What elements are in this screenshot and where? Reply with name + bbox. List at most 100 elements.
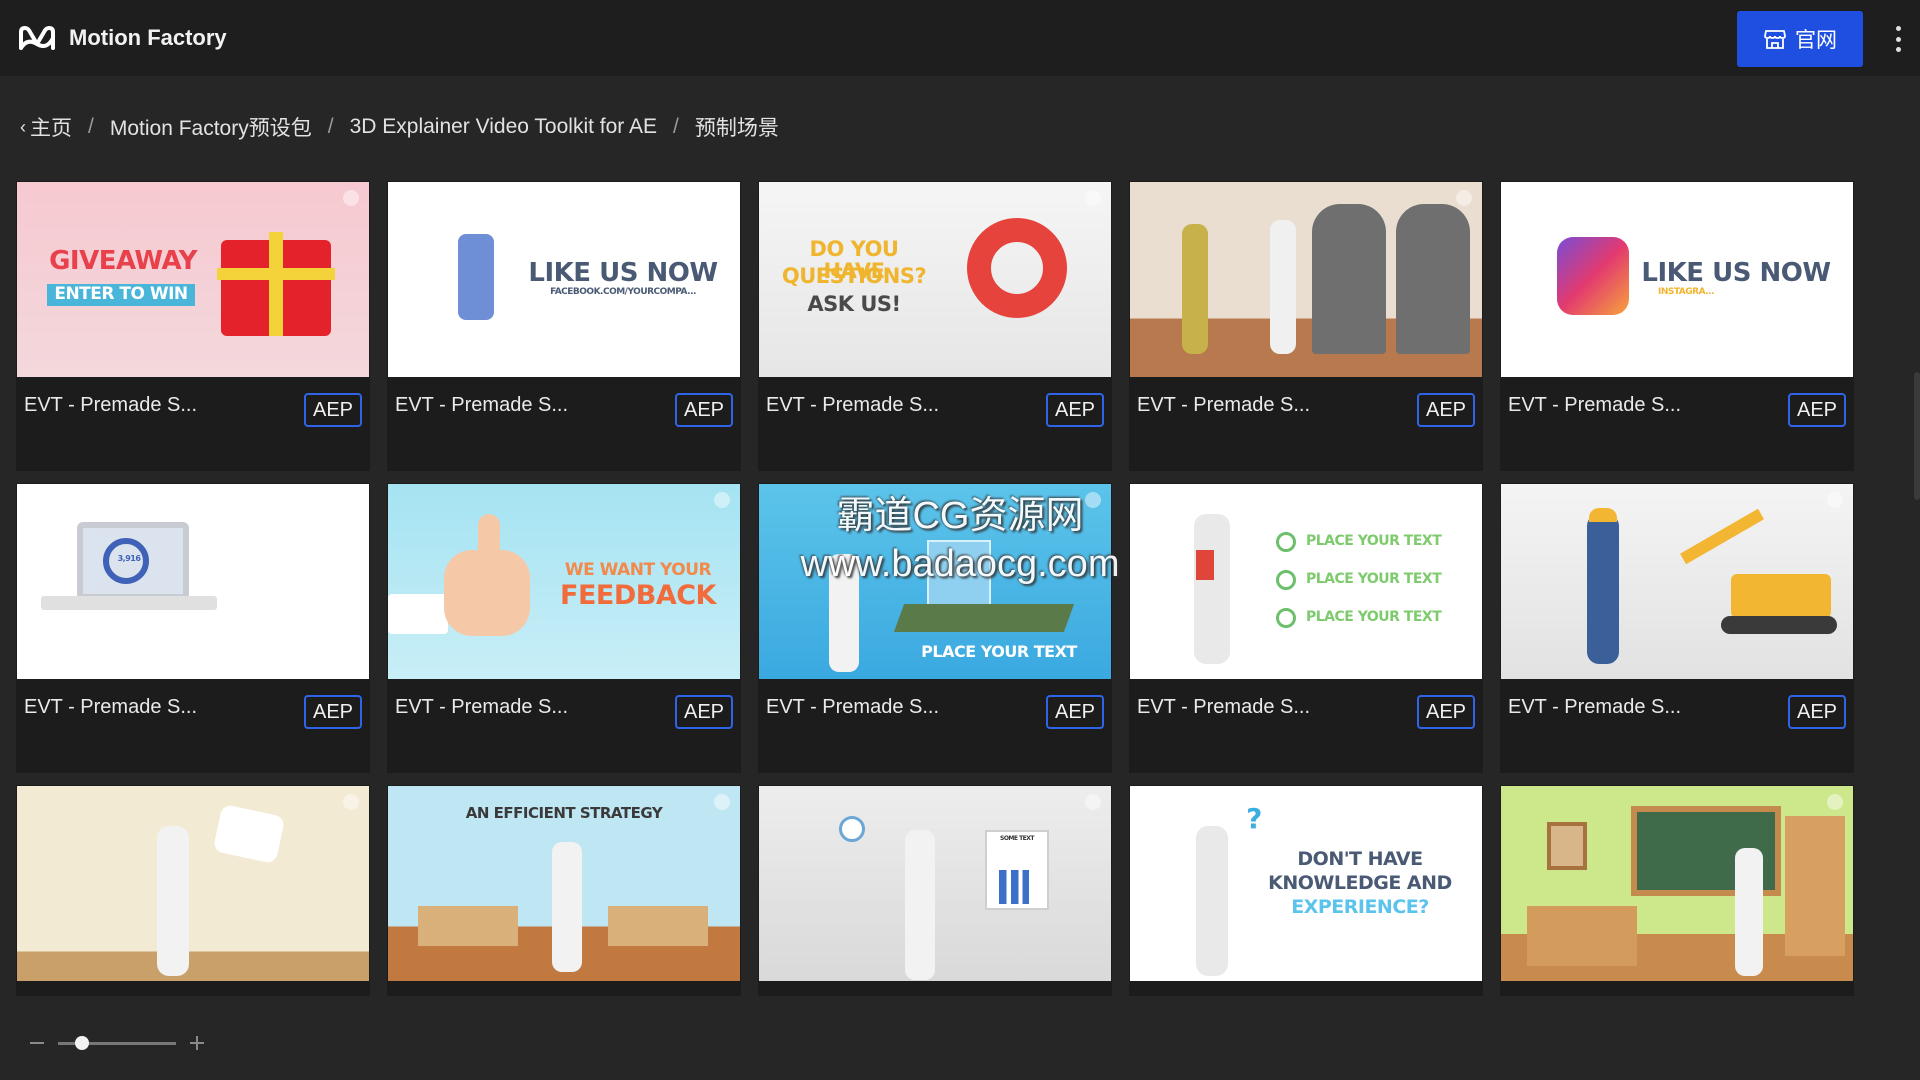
worker-figure [1587,514,1619,664]
asset-card[interactable]: PLACE YOUR TEXT EVT - Premade S... AEP [758,483,1112,773]
desk-icon [418,906,518,946]
desk-icon [1527,906,1637,966]
thumb-text: ASK US! [807,292,901,316]
thumb-text: EXPERIENCE? [1291,896,1429,918]
aep-badge: AEP [1788,695,1846,729]
kebab-menu-icon[interactable] [1894,26,1902,52]
asset-card[interactable]: EVT - Premade S... AEP [1500,483,1854,773]
card-title: EVT - Premade S... [395,696,569,718]
info-icon[interactable] [1827,492,1843,508]
chevron-left-icon[interactable]: ‹ [20,117,26,138]
presenter-figure [829,554,859,672]
info-icon[interactable] [714,492,730,508]
asset-grid: GIVEAWAY ENTER TO WIN EVT - Premade S...… [16,181,1858,996]
breadcrumb-home[interactable]: 主页 [30,112,72,142]
aep-badge: AEP [1046,695,1104,729]
asset-thumbnail: GIVEAWAY ENTER TO WIN [17,182,369,377]
vertical-scrollbar[interactable] [1914,372,1920,500]
asset-card[interactable]: SOME TEXT [758,785,1112,996]
presenter-figure [157,826,189,976]
info-icon[interactable] [1085,190,1101,206]
plus-icon[interactable] [190,1036,204,1050]
lifebuoy-icon [967,218,1067,318]
presenter-figure [905,830,935,980]
thumb-text: KNOWLEDGE AND [1268,872,1452,894]
minus-icon[interactable] [30,1042,44,1044]
tank-icon [1396,204,1470,354]
asset-card[interactable]: DO YOU HAVE QUESTIONS? ASK US! EVT - Pre… [758,181,1112,471]
zoom-slider[interactable] [58,1035,176,1050]
asset-card[interactable]: EVT - Premade S... AEP [1129,181,1483,471]
card-title: EVT - Premade S... [1137,394,1311,416]
official-site-button[interactable]: 官网 [1737,11,1863,67]
worker-figure [1270,220,1296,354]
aep-badge: AEP [1417,393,1475,427]
asset-card[interactable]: PLACE YOUR TEXT PLACE YOUR TEXT PLACE YO… [1129,483,1483,773]
asset-thumbnail: PLACE YOUR TEXT [759,484,1111,679]
thumb-text: SOME TEXT [1000,835,1035,842]
thumb-text: QUESTIONS? [781,264,927,288]
asset-thumbnail [17,786,369,981]
speech-bubble-icon [212,803,286,865]
asset-card[interactable]: WE WANT YOUR FEEDBACK EVT - Premade S...… [387,483,741,773]
info-icon[interactable] [1085,492,1101,508]
thumb-text: INSTAGRA... [1658,287,1714,297]
asset-thumbnail [1501,484,1853,679]
worker-figure [1182,224,1208,354]
aep-badge: AEP [1788,393,1846,427]
asset-card[interactable] [1500,785,1854,996]
aep-badge: AEP [304,393,362,427]
asset-thumbnail [1130,182,1482,377]
thumb-text: PLACE YOUR TEXT [1306,571,1442,587]
info-icon[interactable] [1456,190,1472,206]
thumb-text: PLACE YOUR TEXT [1306,609,1442,625]
thumb-text: LIKE US NOW [1641,258,1831,288]
card-title: EVT - Premade S... [24,696,198,718]
bookshelf-icon [1785,816,1845,956]
brand[interactable]: Motion Factory [17,24,227,52]
breadcrumb: ‹ 主页 / Motion Factory预设包 / 3D Explainer … [20,112,779,142]
asset-card[interactable]: LIKE US NOW INSTAGRA... EVT - Premade S.… [1500,181,1854,471]
check-icon [1276,608,1296,628]
asset-card[interactable]: ? DON'T HAVE KNOWLEDGE AND EXPERIENCE? [1129,785,1483,996]
aep-badge: AEP [675,393,733,427]
motion-factory-logo-icon [19,26,55,50]
breadcrumb-separator: / [327,115,334,138]
info-icon[interactable] [1827,794,1843,810]
presenter-figure [1194,514,1230,664]
footer-bar [0,996,1920,1080]
info-icon[interactable] [1085,794,1101,810]
asset-thumbnail: WE WANT YOUR FEEDBACK [388,484,740,679]
thumb-text: GIVEAWAY [49,246,197,276]
asset-thumbnail: PLACE YOUR TEXT PLACE YOUR TEXT PLACE YO… [1130,484,1482,679]
asset-card[interactable] [16,785,370,996]
card-title: EVT - Premade S... [1508,696,1682,718]
asset-card[interactable]: AN EFFICIENT STRATEGY [387,785,741,996]
asset-thumbnail: LIKE US NOW FACEBOOK.COM/YOURCOMPA... [388,182,740,377]
breadcrumb-separator: / [88,115,94,138]
breadcrumb-preset-pack[interactable]: Motion Factory预设包 [110,112,312,142]
desk-icon [608,906,708,946]
question-mark-icon: ? [1246,802,1262,835]
info-icon[interactable] [343,190,359,206]
card-title: EVT - Premade S... [24,394,198,416]
thumb-text: LIKE US NOW [528,258,718,288]
asset-thumbnail: LIKE US NOW INSTAGRA... [1501,182,1853,377]
asset-card[interactable]: LIKE US NOW FACEBOOK.COM/YOURCOMPA... EV… [387,181,741,471]
zoom-slider-handle[interactable] [74,1035,89,1050]
info-icon[interactable] [714,794,730,810]
asset-thumbnail: 3,916 [17,484,369,679]
thumb-text: ENTER TO WIN [47,284,195,306]
asset-card[interactable]: GIVEAWAY ENTER TO WIN EVT - Premade S...… [16,181,370,471]
breadcrumb-toolkit[interactable]: 3D Explainer Video Toolkit for AE [350,115,657,139]
aep-badge: AEP [1046,393,1104,427]
asset-card[interactable]: 3,916 EVT - Premade S... AEP [16,483,370,773]
thumb-text: 3,916 [117,554,141,563]
info-icon[interactable] [343,794,359,810]
card-title: EVT - Premade S... [1508,394,1682,416]
teacher-figure [1735,848,1763,976]
storefront-icon [1764,30,1786,49]
card-title: EVT - Premade S... [766,696,940,718]
thumb-text: WE WANT YOUR [564,560,712,580]
thumb-text: PLACE YOUR TEXT [921,642,1077,661]
